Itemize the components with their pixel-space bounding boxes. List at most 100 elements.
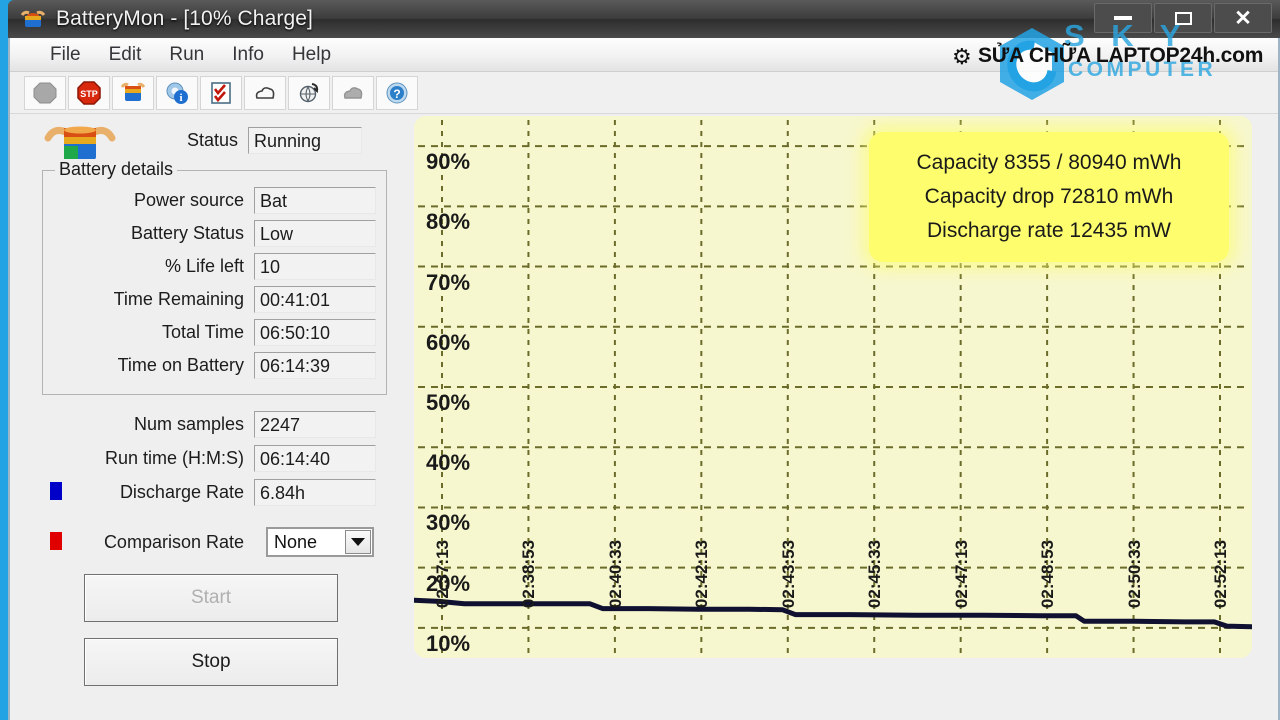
stop-button[interactable]: Stop: [84, 638, 338, 686]
toolbar: STP i ?: [10, 72, 1278, 114]
main-content: Status Running Battery details Power sou…: [10, 114, 1278, 720]
cloud-gray-icon: [340, 80, 366, 106]
time-remaining-label: Time Remaining: [113, 288, 244, 309]
help-blue-icon: ?: [384, 80, 410, 106]
num-samples-label: Num samples: [133, 413, 244, 434]
comparison-rate-color-swatch: [50, 532, 62, 550]
triangle-down-glyph: [351, 538, 365, 546]
svg-text:STP: STP: [80, 89, 98, 99]
battery-color-icon: [120, 80, 146, 106]
toolbar-button-help-blue[interactable]: ?: [376, 75, 418, 110]
app-icon: [20, 7, 46, 31]
status-row: Status Running: [160, 126, 362, 154]
toolbar-button-cloud[interactable]: [244, 75, 286, 110]
chart-x-tick-label: 02:40:33: [605, 540, 625, 609]
status-value: Running: [248, 126, 362, 154]
gear-icon: ⚙: [952, 44, 972, 69]
life-left-value: 10: [254, 252, 376, 280]
discharge-rate-value: 6.84h: [254, 478, 376, 506]
comparison-rate-select[interactable]: None: [266, 527, 374, 557]
total-time-label: Total Time: [161, 321, 244, 342]
battery-details-title: Battery details: [55, 159, 178, 180]
discharge-rate-label: Discharge Rate: [119, 481, 244, 502]
chart-x-tick-label: 02:37:13: [433, 540, 452, 609]
chart-y-tick-label: 30%: [426, 510, 471, 536]
window-controls: ✕: [1094, 3, 1272, 33]
maximize-icon: [1174, 11, 1192, 25]
svg-text:?: ?: [393, 87, 400, 101]
power-source-label: Power source: [133, 189, 244, 210]
total-time-value: 06:50:10: [254, 318, 376, 346]
menu-item-file[interactable]: File: [36, 42, 95, 68]
chart-y-tick-label: 80%: [426, 209, 471, 235]
window-title: BatteryMon - [10% Charge]: [56, 7, 313, 30]
watermark-text: SỬA CHỮA LAPTOP24h.com: [978, 44, 1264, 67]
total-time-row: Total Time 06:50:10: [72, 318, 376, 346]
chart-x-tick-label: 02:42:13: [692, 540, 712, 609]
menu-bar: File Edit Run Info Help S K Y COMPUTER ⚙…: [10, 18, 1278, 102]
battery-status-row: Battery Status Low: [92, 219, 376, 247]
comparison-rate-row: Comparison Rate: [72, 528, 244, 556]
time-remaining-row: Time Remaining 00:41:01: [72, 285, 376, 313]
toolbar-button-cloud-gray[interactable]: [332, 75, 374, 110]
toolbar-button-globe-arrow[interactable]: [288, 75, 330, 110]
battery-status-label: Battery Status: [130, 222, 244, 243]
chart-info-box: Capacity 8355 / 80940 mWh Capacity drop …: [869, 132, 1229, 262]
record-stop-gray-icon: [32, 80, 58, 106]
run-time-row: Run time (H:M:S) 06:14:40: [58, 444, 376, 472]
toolbar-button-gear-info[interactable]: i: [156, 75, 198, 110]
left-panel: Status Running Battery details Power sou…: [10, 114, 402, 720]
menu-item-edit[interactable]: Edit: [95, 42, 156, 68]
toolbar-button-battery-color[interactable]: [112, 75, 154, 110]
time-remaining-value: 00:41:01: [254, 285, 376, 313]
toolbar-button-checklist[interactable]: [200, 75, 242, 110]
chart-x-tick-label: 02:43:53: [778, 540, 798, 609]
run-time-label: Run time (H:M:S): [104, 447, 244, 468]
time-on-battery-label: Time on Battery: [117, 354, 244, 375]
cloud-icon: [252, 80, 278, 106]
status-label: Status: [186, 129, 238, 150]
chart-x-tick-label: 02:45:33: [865, 540, 885, 609]
comparison-rate-label: Comparison Rate: [103, 531, 244, 552]
num-samples-row: Num samples 2247: [72, 410, 376, 438]
battery-chart[interactable]: 90% 80% 70% 60% 50% 40% 30% 20% 10% 02:37:13 02:3…: [414, 116, 1252, 658]
gear-info-icon: i: [164, 80, 190, 106]
capacity-info: Capacity 8355 / 80940 mWh: [916, 151, 1182, 174]
menu-item-run[interactable]: Run: [155, 42, 218, 68]
discharge-rate-row: Discharge Rate 6.84h: [72, 478, 376, 506]
globe-arrow-icon: [296, 80, 322, 106]
chart-y-tick-label: 90%: [426, 149, 471, 175]
discharge-rate-info: Discharge rate 12435 mW: [927, 219, 1171, 242]
stop-sign-red-icon: STP: [76, 80, 102, 106]
battery-status-value: Low: [254, 219, 376, 247]
life-left-label: % Life left: [164, 255, 244, 276]
chart-y-tick-label: 40%: [426, 450, 471, 476]
life-left-row: % Life left 10: [92, 252, 376, 280]
power-source-row: Power source Bat: [92, 186, 376, 214]
maximize-button[interactable]: [1154, 3, 1212, 33]
chart-x-tick-label: 02:48:53: [1038, 540, 1058, 609]
toolbar-button-stop-sign-red[interactable]: STP: [68, 75, 110, 110]
chart-y-tick-label: 60%: [426, 329, 471, 355]
menu-item-help[interactable]: Help: [278, 42, 345, 68]
close-button[interactable]: ✕: [1214, 3, 1272, 33]
window-title-bar: BatteryMon - [10% Charge] ✕: [8, 0, 1280, 38]
time-on-battery-row: Time on Battery 06:14:39: [72, 351, 376, 379]
svg-text:i: i: [179, 92, 182, 104]
chart-x-tick-label: 02:47:13: [951, 540, 971, 609]
menu-item-info[interactable]: Info: [218, 42, 278, 68]
minimize-button[interactable]: [1094, 3, 1152, 33]
close-icon: ✕: [1234, 6, 1252, 30]
chart-y-tick-label: 70%: [426, 269, 471, 295]
comparison-rate-selected-value: None: [274, 531, 318, 552]
num-samples-value: 2247: [254, 410, 376, 438]
run-time-value: 06:14:40: [254, 444, 376, 472]
chart-y-tick-label: 10%: [426, 630, 471, 656]
discharge-rate-color-swatch: [50, 482, 62, 500]
chart-x-tick-label: 02:38:53: [519, 540, 539, 609]
start-button[interactable]: Start: [84, 574, 338, 622]
toolbar-button-record-stop-gray[interactable]: [24, 75, 66, 110]
chevron-down-icon[interactable]: [345, 530, 371, 554]
checklist-icon: [208, 80, 234, 106]
chart-y-tick-label: 50%: [426, 390, 471, 415]
